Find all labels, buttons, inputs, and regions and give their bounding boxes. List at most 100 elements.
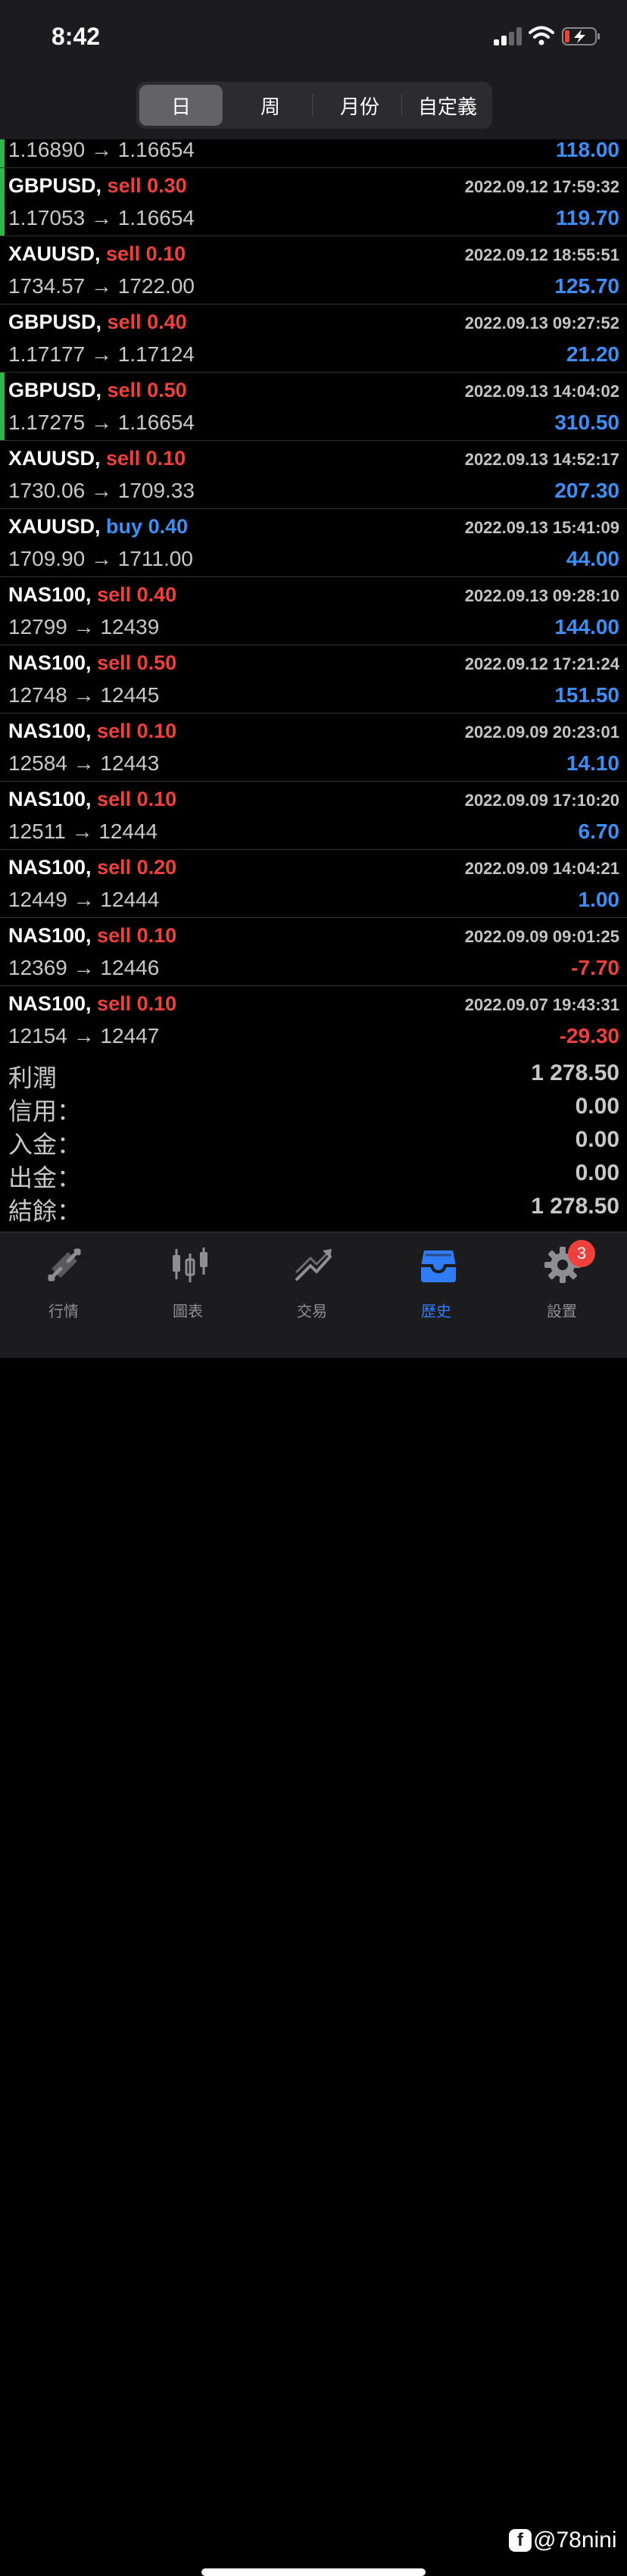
facebook-icon: f <box>509 2529 532 2552</box>
trade-prices: 12799 → 12439 <box>8 615 160 639</box>
notification-badge: 3 <box>568 1240 595 1267</box>
tab-chart[interactable]: 圖表 <box>142 1241 233 1325</box>
summary-label: 結餘： <box>8 1197 82 1225</box>
trade-symbol: NAS100, <box>8 788 92 810</box>
table-row[interactable]: 1.16890 → 1.16654 118.00 <box>0 139 627 168</box>
segment-month[interactable]: 月份 <box>318 85 401 126</box>
trade-volume: 0.40 <box>147 311 187 333</box>
summary-deposit: 入金： 0.00 <box>0 1126 627 1159</box>
trade-side: sell <box>107 311 142 333</box>
trade-volume: 0.40 <box>136 583 177 606</box>
trade-title: GBPUSD, sell 0.40 <box>8 311 187 334</box>
trade-profit: 207.30 <box>554 479 619 502</box>
table-row[interactable]: NAS100, sell 0.50 2022.09.12 17:21:24 1274… <box>0 645 627 713</box>
trade-symbol: GBPUSD, <box>8 174 102 197</box>
period-segmented-control: 日 周 月份 自定義 <box>136 82 492 129</box>
tab-label: 設置 <box>547 1304 577 1320</box>
table-row[interactable]: GBPUSD, sell 0.40 2022.09.13 09:27:52 1.17… <box>0 304 627 373</box>
table-row[interactable]: NAS100, sell 0.10 2022.09.09 09:01:25 1236… <box>0 918 627 986</box>
watermark: f @78nini <box>509 2528 617 2553</box>
trade-side: sell <box>107 379 142 401</box>
summary-credit: 信用： 0.00 <box>0 1092 627 1126</box>
table-row[interactable]: GBPUSD, sell 0.30 2022.09.12 17:59:32 1.17… <box>0 168 627 236</box>
trade-symbol: NAS100, <box>8 992 92 1015</box>
trade-time: 2022.09.12 17:21:24 <box>464 654 619 673</box>
trade-volume: 0.10 <box>136 924 177 947</box>
trade-title: NAS100, sell 0.10 <box>8 788 176 811</box>
table-row[interactable]: NAS100, sell 0.20 2022.09.09 14:04:21 1244… <box>0 850 627 918</box>
trade-time: 2022.09.09 20:23:01 <box>464 723 619 742</box>
table-row[interactable]: XAUUSD, buy 0.40 2022.09.13 15:41:09 1709.… <box>0 509 627 577</box>
trade-title: NAS100, sell 0.10 <box>8 720 176 743</box>
trade-prices: 12748 → 12445 <box>8 683 160 707</box>
trade-side: buy <box>106 515 143 538</box>
trade-title: NAS100, sell 0.10 <box>8 992 176 1016</box>
trade-history-list[interactable]: 1.16890 → 1.16654 118.00 GBPUSD, sell 0.… <box>0 139 627 1048</box>
summary-withdrawal: 出金： 0.00 <box>0 1159 627 1192</box>
trade-prices: 1709.90 → 1711.00 <box>8 547 193 570</box>
trade-profit: 6.70 <box>578 820 620 843</box>
home-indicator <box>201 2568 426 2576</box>
trade-profit: 125.70 <box>554 274 619 298</box>
segment-day[interactable]: 日 <box>139 85 223 126</box>
summary-label: 出金： <box>8 1164 82 1191</box>
tab-trade[interactable]: 交易 <box>267 1241 357 1325</box>
trade-side: sell <box>97 924 132 947</box>
trade-profit: -7.70 <box>571 956 619 979</box>
trade-symbol: XAUUSD, <box>8 515 101 538</box>
segment-custom[interactable]: 自定義 <box>406 85 489 126</box>
trade-side: sell <box>97 856 132 879</box>
trade-prices: 1.16890 → 1.16654 <box>8 139 195 161</box>
summary-label: 入金： <box>8 1131 82 1158</box>
tab-bar: 行情 圖表 交易 歷史 3 設置 f @78nini <box>0 1232 627 2576</box>
segment-divider <box>312 94 313 117</box>
table-row[interactable]: NAS100, sell 0.10 2022.09.09 20:23:01 1258… <box>0 713 627 782</box>
trade-prices: 12511 → 12444 <box>8 820 158 843</box>
trade-title: NAS100, sell 0.20 <box>8 856 176 879</box>
trade-prices: 1.17053 → 1.16654 <box>8 206 195 229</box>
segment-week[interactable]: 周 <box>229 85 312 126</box>
summary-label: 利潤 <box>8 1064 58 1091</box>
trade-symbol: NAS100, <box>8 651 92 674</box>
trade-profit: 151.50 <box>554 683 619 707</box>
trade-prices: 12449 → 12444 <box>8 888 160 911</box>
tab-settings[interactable]: 3 設置 <box>516 1240 607 1325</box>
trade-time: 2022.09.13 09:27:52 <box>464 314 619 333</box>
trade-time: 2022.09.09 09:01:25 <box>464 927 619 946</box>
trade-title: NAS100, sell 0.40 <box>8 583 176 607</box>
trade-volume: 0.50 <box>147 379 187 401</box>
trade-time: 2022.09.12 17:59:32 <box>464 177 619 196</box>
trade-profit: -29.30 <box>559 1024 619 1048</box>
table-row[interactable]: NAS100, sell 0.10 2022.09.09 17:10:20 1251… <box>0 782 627 850</box>
watermark-text: @78nini <box>533 2528 617 2553</box>
tab-label: 交易 <box>297 1304 327 1320</box>
tab-history[interactable]: 歷史 <box>391 1241 482 1325</box>
trade-side: sell <box>97 720 132 742</box>
table-row[interactable]: GBPUSD, sell 0.50 2022.09.13 14:04:02 1.17… <box>0 373 627 441</box>
trade-side: sell <box>97 583 132 606</box>
header: 日 周 月份 自定義 <box>0 76 627 139</box>
trade-symbol: NAS100, <box>8 720 92 742</box>
row-marker <box>0 373 5 440</box>
trade-time: 2022.09.12 18:55:51 <box>464 245 619 264</box>
tab-quotes[interactable]: 行情 <box>18 1241 109 1325</box>
summary-value: 0.00 <box>575 1127 619 1152</box>
trade-time: 2022.09.13 14:52:17 <box>464 450 619 469</box>
summary-value: 1 278.50 <box>531 1060 619 1085</box>
trade-title: GBPUSD, sell 0.50 <box>8 379 187 402</box>
trade-volume: 0.30 <box>147 174 187 197</box>
trade-title: GBPUSD, sell 0.30 <box>8 174 187 198</box>
trade-side: sell <box>97 992 132 1015</box>
trade-prices: 12584 → 12443 <box>8 751 160 775</box>
trade-time: 2022.09.09 14:04:21 <box>464 859 619 878</box>
table-row[interactable]: NAS100, sell 0.10 2022.09.07 19:43:31 1215… <box>0 986 627 1048</box>
trade-side: sell <box>97 788 132 810</box>
table-row[interactable]: NAS100, sell 0.40 2022.09.13 09:28:10 1279… <box>0 577 627 645</box>
wifi-icon <box>529 26 554 45</box>
table-row[interactable]: XAUUSD, sell 0.10 2022.09.12 18:55:51 1734… <box>0 236 627 304</box>
cellular-signal-icon <box>494 27 524 45</box>
table-row[interactable]: XAUUSD, sell 0.10 2022.09.13 14:52:17 1730… <box>0 441 627 509</box>
trade-volume: 0.10 <box>136 992 177 1015</box>
summary-balance: 結餘： 1 278.50 <box>0 1192 627 1226</box>
trade-profit: 44.00 <box>566 547 619 570</box>
